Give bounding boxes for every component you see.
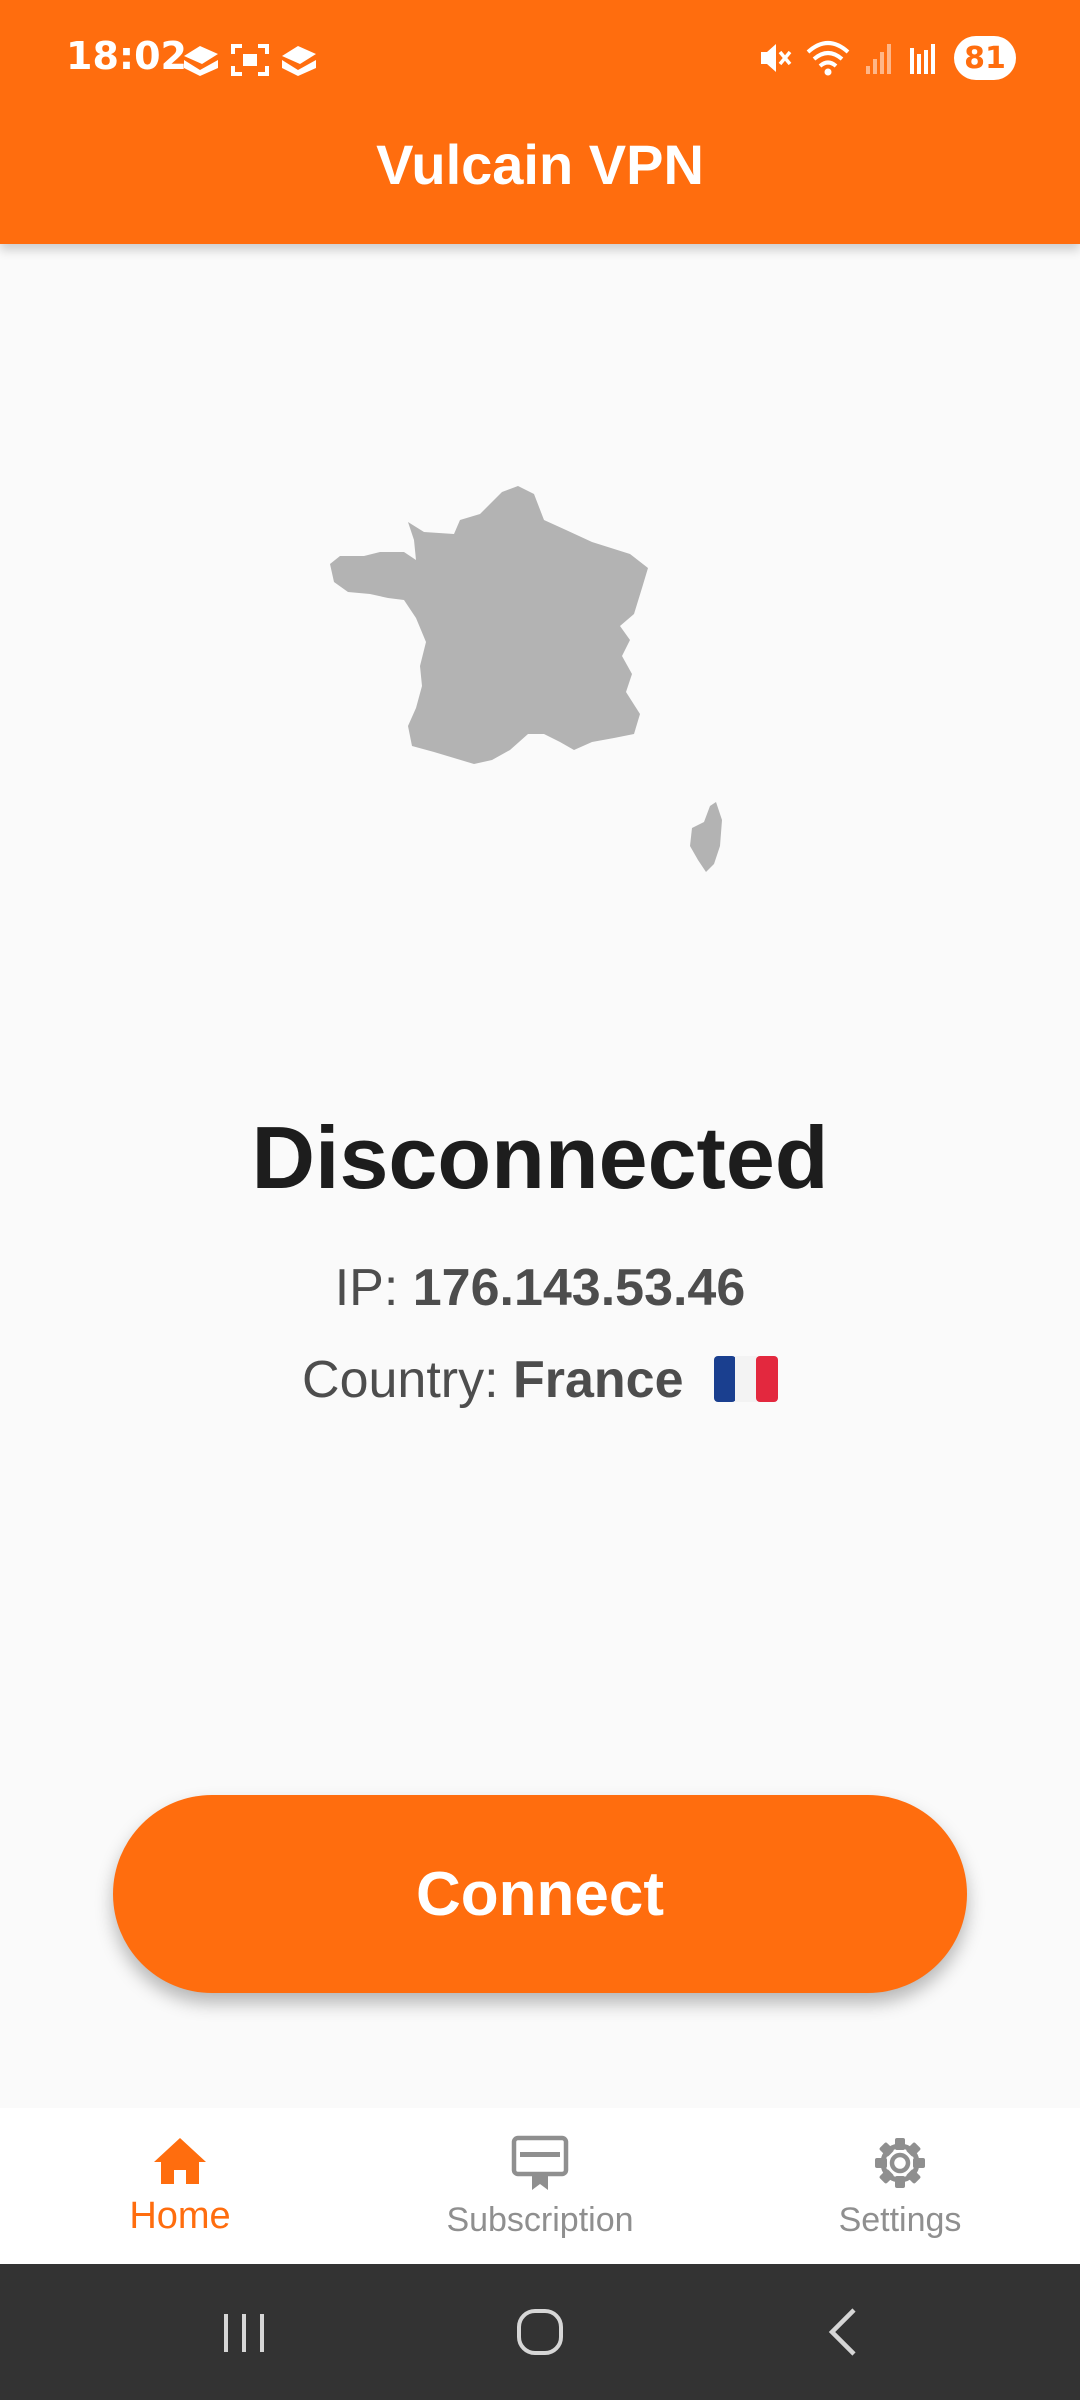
connection-status-heading: Disconnected [251,1108,829,1207]
country-label: Country: [302,1351,499,1409]
status-time: 18:02 [66,34,187,78]
france-map-icon [330,480,750,880]
nav-label-subscription: Subscription [446,2201,634,2239]
signal-icon [864,40,894,76]
status-right-icons: 81 [758,36,1016,80]
screenshot-icon [230,42,270,78]
nav-item-home[interactable]: Home [0,2108,360,2264]
ip-value: 176.143.53.46 [412,1259,746,1317]
signal-icon [908,40,940,76]
app-notification-icon [278,42,320,78]
ip-info: IP: 176.143.53.46 [0,1256,1080,1320]
subscription-icon [510,2134,570,2192]
country-info: Country: France [0,1348,1080,1412]
ip-label: IP: [334,1259,399,1317]
app-notification-icon [180,42,222,78]
nav-label-settings: Settings [838,2201,962,2239]
nav-item-settings[interactable]: Settings [720,2108,1080,2264]
bottom-nav: Home Subscription Settings [0,2108,1080,2264]
nav-item-subscription[interactable]: Subscription [360,2108,720,2264]
app-title: Vulcain VPN [376,133,704,196]
nav-label-home: Home [129,2195,231,2237]
app-header: 18:02 81 Vulcain VPN [0,0,1080,244]
gear-icon [870,2134,930,2192]
france-flag-icon [713,1356,778,1403]
recent-apps-icon[interactable] [214,2302,274,2362]
mute-icon [758,40,792,76]
country-value: France [513,1351,684,1409]
status-bar: 18:02 81 [0,0,1080,120]
home-circle-icon[interactable] [510,2302,570,2362]
wifi-icon [806,40,850,76]
home-icon [150,2134,210,2188]
back-icon[interactable] [816,2302,876,2362]
battery-indicator: 81 [954,36,1016,80]
connect-button[interactable]: Connect [113,1795,967,1993]
status-left-icons [180,42,320,78]
system-nav-bar [0,2264,1080,2400]
